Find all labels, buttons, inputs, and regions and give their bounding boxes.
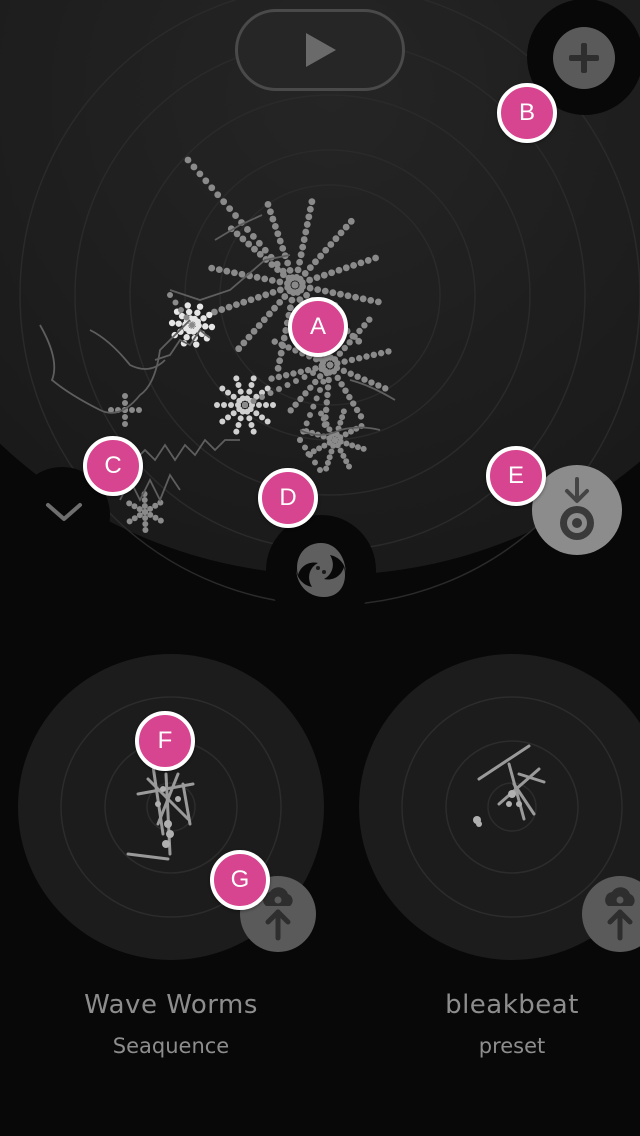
app-logo-button[interactable] [286,535,356,605]
add-button[interactable] [553,27,615,89]
chevron-down-icon [46,503,82,521]
marker-f: F [135,711,195,771]
marker-b: B [497,83,557,143]
marker-d: D [258,468,318,528]
app-logo-icon [296,543,346,597]
creature-worms [108,156,392,533]
marker-a: A [288,297,348,357]
collapse-button[interactable] [38,490,90,532]
preset-1-title: Wave Worms [84,990,258,1020]
preset-1-subtitle: Seaquence [112,1034,230,1058]
play-button[interactable] [235,9,405,91]
marker-e: E [486,446,546,506]
download-to-target-icon [560,477,594,540]
play-icon [306,33,336,67]
preset-2-subtitle: preset [478,1034,546,1058]
cloud-upload-icon [605,887,635,941]
plus-icon [569,43,599,73]
preset-2-title: bleakbeat [445,990,579,1020]
marker-g: G [210,850,270,910]
marker-c: C [83,436,143,496]
